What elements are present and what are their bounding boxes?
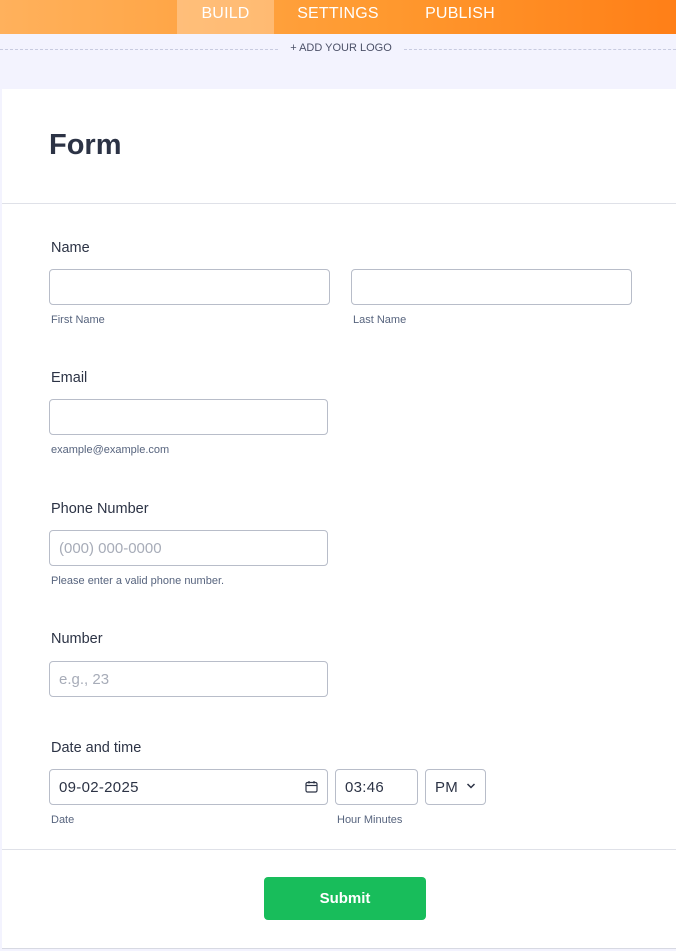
chevron-down-icon xyxy=(466,783,476,789)
ampm-select[interactable]: PM xyxy=(425,769,486,805)
date-value: 09-02-2025 xyxy=(59,779,139,796)
header-divider xyxy=(2,203,676,204)
first-name-sublabel: First Name xyxy=(51,314,105,326)
number-input[interactable] xyxy=(49,661,328,697)
top-navigation-bar: BUILD SETTINGS PUBLISH xyxy=(0,0,676,34)
email-label: Email xyxy=(51,370,88,386)
phone-label: Phone Number xyxy=(51,501,149,517)
first-name-input[interactable] xyxy=(49,269,330,305)
submit-button[interactable]: Submit xyxy=(264,877,426,920)
footer-divider xyxy=(2,849,676,850)
phone-sublabel: Please enter a valid phone number. xyxy=(51,575,225,587)
date-sublabel: Date xyxy=(51,814,75,826)
datetime-label: Date and time xyxy=(51,740,142,756)
tab-build[interactable]: BUILD xyxy=(177,0,274,34)
tab-publish[interactable]: PUBLISH xyxy=(412,0,508,34)
bottom-border xyxy=(2,948,676,949)
number-label: Number xyxy=(51,631,103,647)
phone-input[interactable] xyxy=(49,530,328,566)
logo-row: + ADD YOUR LOGO xyxy=(0,34,676,64)
last-name-input[interactable] xyxy=(351,269,632,305)
last-name-sublabel: Last Name xyxy=(353,314,407,326)
form-card: Form Name First Name Last Name Email exa… xyxy=(2,89,676,949)
form-title: Form xyxy=(49,129,122,161)
email-sublabel: example@example.com xyxy=(51,444,170,456)
date-input[interactable]: 09-02-2025 xyxy=(49,769,328,805)
logo-divider-right xyxy=(404,49,676,50)
time-value: 03:46 xyxy=(345,779,385,796)
email-field[interactable] xyxy=(49,399,328,435)
name-label: Name xyxy=(51,240,90,256)
time-sublabel: Hour Minutes xyxy=(337,814,403,826)
add-logo-button[interactable]: + ADD YOUR LOGO xyxy=(278,42,404,54)
time-input[interactable]: 03:46 xyxy=(335,769,418,805)
tab-settings[interactable]: SETTINGS xyxy=(288,0,388,34)
ampm-value: PM xyxy=(435,779,459,796)
calendar-icon[interactable] xyxy=(305,780,318,793)
logo-divider-left xyxy=(0,49,278,50)
